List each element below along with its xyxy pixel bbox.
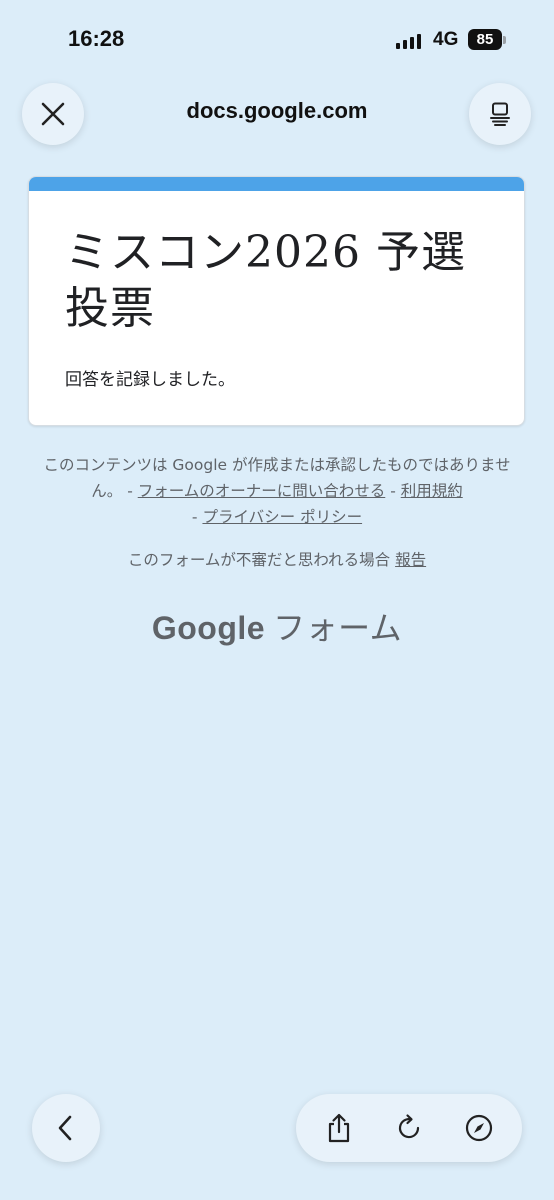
signal-icon <box>396 33 421 49</box>
report-link[interactable]: 報告 <box>395 551 426 569</box>
back-button[interactable] <box>32 1094 100 1162</box>
confirmation-message: 回答を記録しました。 <box>65 370 235 390</box>
privacy-link[interactable]: プライバシー ポリシー <box>202 508 362 526</box>
google-forms-logo[interactable]: Google フォーム <box>0 603 554 649</box>
reader-mode-button[interactable] <box>469 83 531 145</box>
share-button[interactable] <box>317 1106 361 1150</box>
share-icon <box>328 1113 350 1143</box>
terms-link[interactable]: 利用規約 <box>401 482 463 500</box>
battery-level: 85 <box>468 29 502 50</box>
form-title: ミスコン2026 予選投票 <box>65 227 466 334</box>
report-text: このフォームが不審だと思われる場合 <box>127 551 396 569</box>
brand-google: Google <box>151 610 266 646</box>
compass-icon <box>465 1114 493 1142</box>
battery-icon: 85 <box>468 29 506 50</box>
reader-mode-icon <box>490 102 510 126</box>
network-type: 4G <box>433 29 459 50</box>
reload-button[interactable] <box>387 1106 431 1150</box>
reload-icon <box>398 1114 420 1139</box>
chevron-left-icon <box>58 1115 72 1141</box>
report-line: このフォームが不審だと思われる場合 報告 <box>0 548 554 570</box>
contact-owner-link[interactable]: フォームのオーナーに問い合わせる <box>138 482 386 500</box>
form-card: ミスコン2026 予選投票 回答を記録しました。 <box>28 176 525 426</box>
status-time: 16:28 <box>68 26 125 51</box>
disclaimer: このコンテンツは Google が作成または承認したものではありません。 - フ… <box>43 456 511 526</box>
browser-toolbar <box>296 1094 522 1162</box>
screen: 16:28 4G 85 docs.google.com ミスコン2026 予選投… <box>0 0 554 1200</box>
brand-forms: フォーム <box>273 609 403 647</box>
card-accent-bar <box>29 177 524 191</box>
compass-button[interactable] <box>457 1106 501 1150</box>
